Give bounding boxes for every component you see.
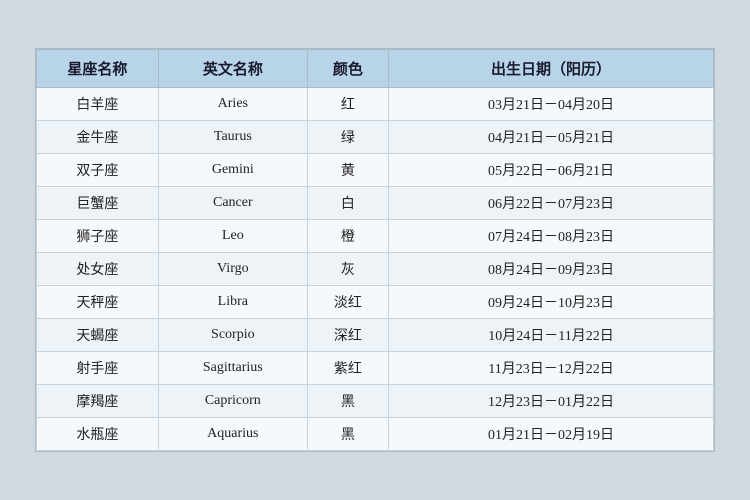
table-row: 双子座Gemini黄05月22日－06月21日 (37, 154, 714, 187)
cell-en-name: Scorpio (158, 319, 307, 352)
table-row: 巨蟹座Cancer白06月22日－07月23日 (37, 187, 714, 220)
cell-en-name: Capricorn (158, 385, 307, 418)
cell-date: 11月23日－12月22日 (389, 352, 714, 385)
table-row: 处女座Virgo灰08月24日－09月23日 (37, 253, 714, 286)
cell-zh-name: 巨蟹座 (37, 187, 159, 220)
cell-color: 黑 (307, 385, 388, 418)
cell-date: 08月24日－09月23日 (389, 253, 714, 286)
cell-en-name: Gemini (158, 154, 307, 187)
table-header-row: 星座名称 英文名称 颜色 出生日期（阳历） (37, 50, 714, 88)
table-row: 狮子座Leo橙07月24日－08月23日 (37, 220, 714, 253)
cell-color: 绿 (307, 121, 388, 154)
cell-zh-name: 天秤座 (37, 286, 159, 319)
cell-color: 白 (307, 187, 388, 220)
cell-color: 深红 (307, 319, 388, 352)
cell-color: 灰 (307, 253, 388, 286)
cell-color: 紫红 (307, 352, 388, 385)
cell-en-name: Aquarius (158, 418, 307, 451)
table-row: 天秤座Libra淡红09月24日－10月23日 (37, 286, 714, 319)
cell-en-name: Libra (158, 286, 307, 319)
cell-en-name: Cancer (158, 187, 307, 220)
table-row: 金牛座Taurus绿04月21日－05月21日 (37, 121, 714, 154)
cell-date: 07月24日－08月23日 (389, 220, 714, 253)
cell-date: 10月24日－11月22日 (389, 319, 714, 352)
cell-color: 红 (307, 88, 388, 121)
cell-date: 03月21日－04月20日 (389, 88, 714, 121)
cell-zh-name: 天蝎座 (37, 319, 159, 352)
cell-zh-name: 水瓶座 (37, 418, 159, 451)
table-row: 天蝎座Scorpio深红10月24日－11月22日 (37, 319, 714, 352)
cell-color: 橙 (307, 220, 388, 253)
cell-zh-name: 摩羯座 (37, 385, 159, 418)
cell-en-name: Leo (158, 220, 307, 253)
cell-zh-name: 白羊座 (37, 88, 159, 121)
cell-zh-name: 处女座 (37, 253, 159, 286)
cell-date: 09月24日－10月23日 (389, 286, 714, 319)
cell-color: 黄 (307, 154, 388, 187)
cell-zh-name: 狮子座 (37, 220, 159, 253)
cell-date: 12月23日－01月22日 (389, 385, 714, 418)
header-color: 颜色 (307, 50, 388, 88)
cell-en-name: Virgo (158, 253, 307, 286)
cell-zh-name: 双子座 (37, 154, 159, 187)
cell-color: 淡红 (307, 286, 388, 319)
zodiac-table: 星座名称 英文名称 颜色 出生日期（阳历） 白羊座Aries红03月21日－04… (36, 49, 714, 451)
cell-date: 04月21日－05月21日 (389, 121, 714, 154)
header-zh-name: 星座名称 (37, 50, 159, 88)
cell-date: 06月22日－07月23日 (389, 187, 714, 220)
cell-zh-name: 射手座 (37, 352, 159, 385)
zodiac-table-container: 星座名称 英文名称 颜色 出生日期（阳历） 白羊座Aries红03月21日－04… (35, 48, 715, 452)
cell-date: 01月21日－02月19日 (389, 418, 714, 451)
cell-en-name: Sagittarius (158, 352, 307, 385)
cell-date: 05月22日－06月21日 (389, 154, 714, 187)
cell-en-name: Taurus (158, 121, 307, 154)
cell-color: 黑 (307, 418, 388, 451)
table-row: 射手座Sagittarius紫红11月23日－12月22日 (37, 352, 714, 385)
cell-zh-name: 金牛座 (37, 121, 159, 154)
table-row: 白羊座Aries红03月21日－04月20日 (37, 88, 714, 121)
cell-en-name: Aries (158, 88, 307, 121)
table-row: 水瓶座Aquarius黑01月21日－02月19日 (37, 418, 714, 451)
table-row: 摩羯座Capricorn黑12月23日－01月22日 (37, 385, 714, 418)
header-en-name: 英文名称 (158, 50, 307, 88)
header-birthday: 出生日期（阳历） (389, 50, 714, 88)
